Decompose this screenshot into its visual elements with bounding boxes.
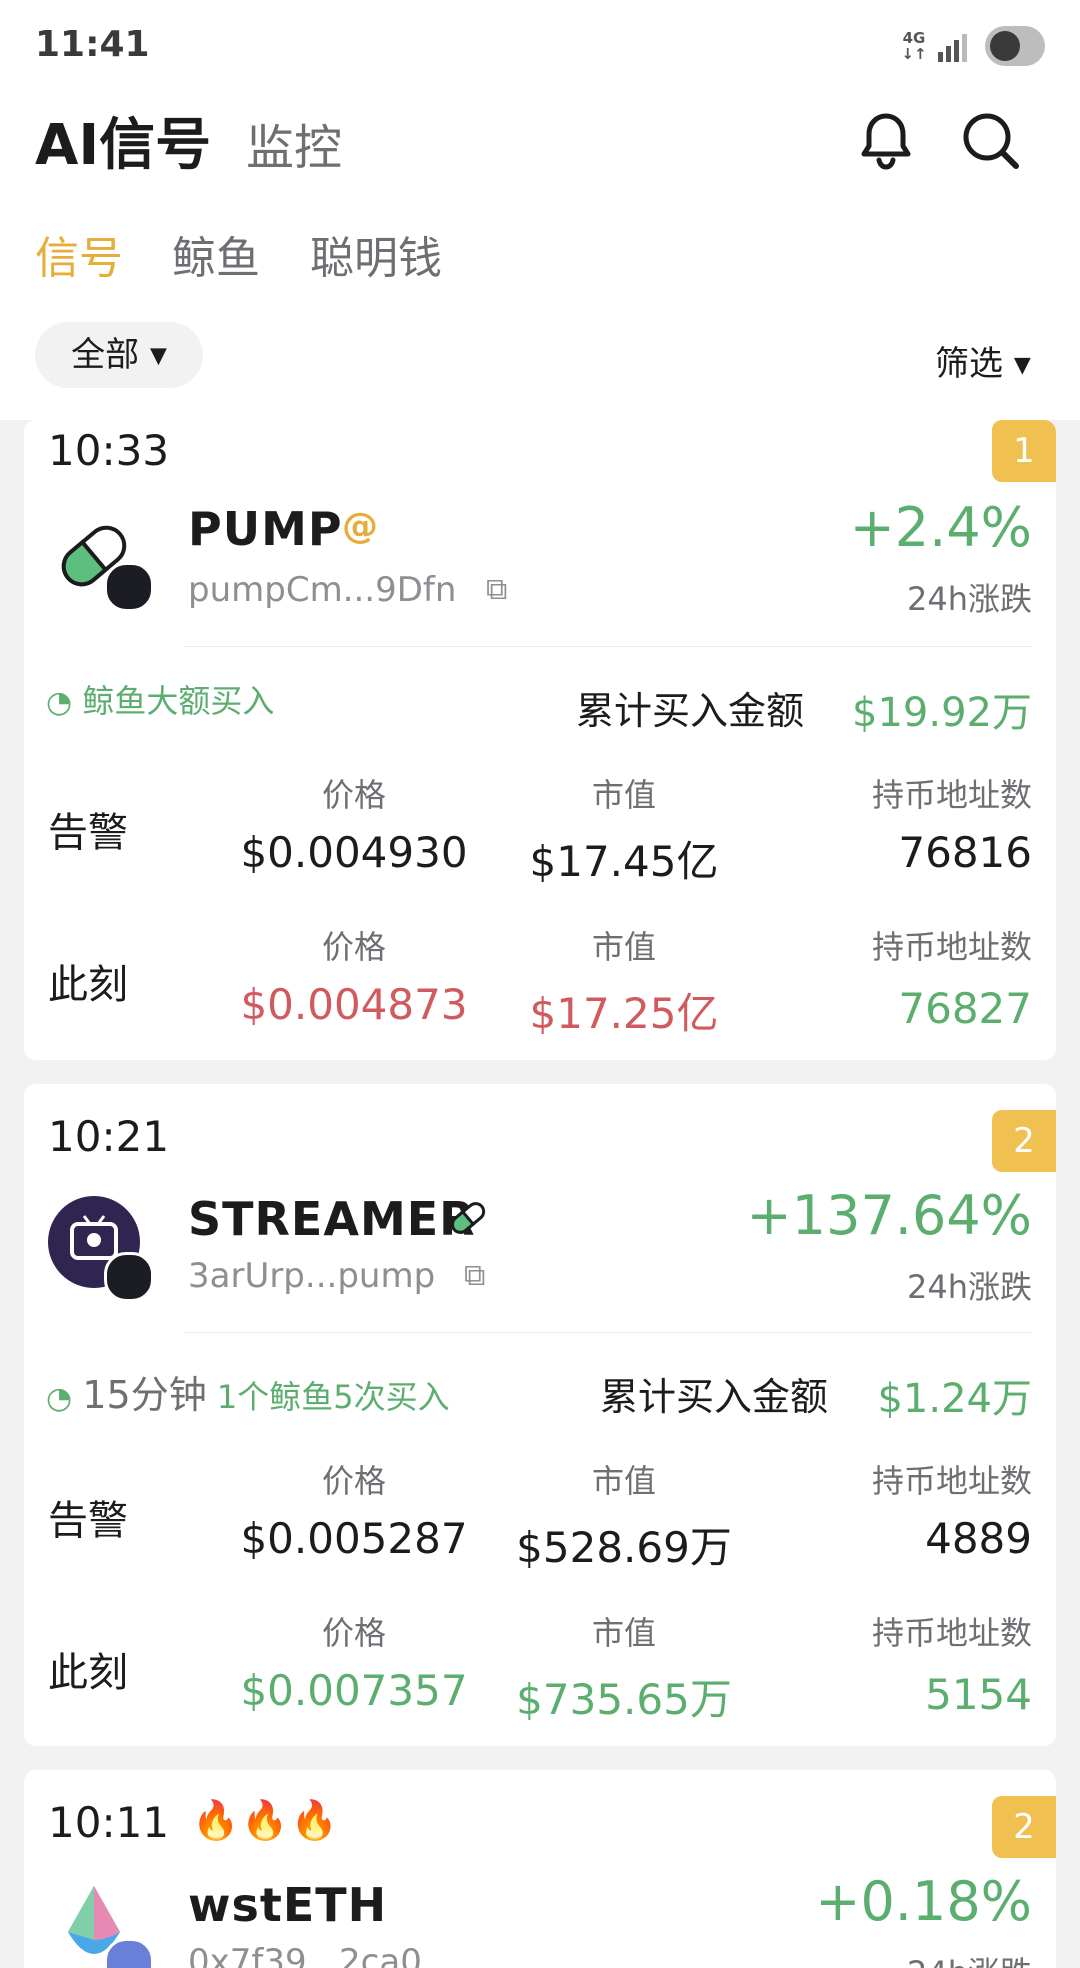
now-row-label: 此刻 (48, 962, 128, 1008)
change-label: 24h涨跌 (907, 1948, 1032, 1968)
signal-card[interactable]: 1 10:33 PUMP @ pumpCm...9Dfn ⧉ +2.4% 24h… (24, 420, 1056, 1060)
ethereum-chain-icon (104, 1938, 154, 1968)
alert-holders: 4889 (925, 1514, 1032, 1563)
whale-activity: ◔ 15分钟 1个鲸鱼5次买入 (46, 1364, 450, 1419)
now-holders: 76827 (898, 984, 1032, 1033)
now-row-label: 此刻 (48, 1650, 128, 1696)
col-holders-header: 持币地址数 (871, 928, 1032, 966)
price-change: +0.18% (815, 1870, 1032, 1933)
whale-activity: ◔ 鲸鱼大额买入 (46, 676, 274, 722)
caret-down-icon: ▼ (149, 343, 167, 369)
price-change: +137.64% (746, 1184, 1032, 1247)
token-address: 3arUrp...pump (188, 1256, 436, 1296)
divider (184, 1332, 1032, 1333)
filter-label: 筛选 (935, 344, 1003, 384)
signal-card[interactable]: 2 10:21 STREAMER 3arUrp...pump ⧉ +137.64… (24, 1084, 1056, 1746)
tab-whales[interactable]: 鲸鱼 (172, 222, 260, 286)
whale-icon: ◔ (46, 685, 73, 720)
col-mcap-header: 市值 (591, 1614, 656, 1652)
battery-toggle-icon (985, 26, 1045, 66)
rank-badge: 2 (992, 1796, 1056, 1858)
col-mcap-header: 市值 (591, 928, 656, 966)
signal-time: 10:11 (48, 1798, 170, 1847)
scope-label: 全部 (71, 335, 140, 375)
signal-time: 10:21 (48, 1112, 170, 1161)
cumulative-label: 累计买入金额 (576, 689, 805, 733)
whale-text: 鲸鱼大额买入 (82, 682, 275, 720)
solana-chain-icon (104, 1252, 154, 1302)
alert-price: $0.004930 (240, 828, 468, 877)
alert-row-label: 告警 (48, 1498, 128, 1544)
whale-text: 1个鲸鱼5次买入 (216, 1378, 450, 1416)
status-time: 11:41 (35, 24, 150, 65)
now-mcap: $17.25亿 (529, 989, 719, 1038)
network-label: 4G (902, 29, 926, 47)
now-price: $0.007357 (240, 1666, 468, 1715)
caret-down-icon: ▼ (1013, 353, 1031, 378)
search-icon[interactable] (958, 108, 1022, 172)
whale-time: 15分钟 (82, 1373, 207, 1417)
page-title: AI信号 (35, 113, 212, 178)
now-price: $0.004873 (240, 980, 468, 1029)
solana-chain-icon (104, 562, 154, 612)
divider (184, 646, 1032, 647)
token-symbol: wstETH (188, 1878, 388, 1932)
alert-mcap: $528.69万 (516, 1523, 732, 1572)
copy-icon[interactable]: ⧉ (464, 1258, 485, 1293)
signal-icon (938, 34, 967, 62)
pill-icon (450, 1202, 486, 1234)
whale-icon: ◔ (46, 1381, 73, 1416)
alert-holders: 76816 (898, 828, 1032, 877)
signal-card[interactable]: 2 10:11 🔥🔥🔥 wstETH 0x7f39...2ca0 +0.18% … (24, 1770, 1056, 1968)
col-mcap-header: 市值 (591, 776, 656, 814)
col-mcap-header: 市值 (591, 1462, 656, 1500)
monitor-tab[interactable]: 监控 (246, 108, 342, 178)
signal-time: 10:33 (48, 426, 170, 475)
alert-price: $0.005287 (240, 1514, 468, 1563)
tab-signals[interactable]: 信号 (35, 222, 123, 286)
at-mention-icon: @ (342, 506, 378, 547)
col-price-header: 价格 (321, 928, 386, 966)
col-holders-header: 持币地址数 (871, 776, 1032, 814)
change-label: 24h涨跌 (906, 580, 1032, 618)
col-price-header: 价格 (321, 1614, 386, 1652)
token-address: pumpCm...9Dfn (188, 570, 457, 610)
cumulative-value: $1.24万 (877, 1376, 1032, 1422)
token-symbol: STREAMER (188, 1192, 476, 1246)
fire-icons: 🔥🔥🔥 (192, 1798, 340, 1842)
now-mcap: $735.65万 (516, 1675, 732, 1724)
cumulative-value: $19.92万 (852, 690, 1032, 736)
col-holders-header: 持币地址数 (871, 1614, 1032, 1652)
col-price-header: 价格 (321, 1462, 386, 1500)
rank-badge: 1 (992, 420, 1056, 482)
scope-dropdown[interactable]: 全部 ▼ (35, 322, 203, 388)
now-holders: 5154 (925, 1670, 1032, 1719)
alert-mcap: $17.45亿 (529, 837, 719, 886)
bell-icon[interactable] (854, 108, 918, 172)
change-label: 24h涨跌 (906, 1268, 1032, 1306)
token-symbol: PUMP (188, 502, 343, 556)
alert-row-label: 告警 (48, 810, 128, 856)
tab-smart-money[interactable]: 聪明钱 (310, 222, 442, 286)
price-change: +2.4% (849, 496, 1032, 559)
copy-icon[interactable]: ⧉ (486, 572, 507, 607)
cumulative-label: 累计买入金额 (600, 1375, 829, 1419)
network-indicator: 4G ↓↑ (901, 29, 927, 63)
col-price-header: 价格 (321, 776, 386, 814)
rank-badge: 2 (992, 1110, 1056, 1172)
col-holders-header: 持币地址数 (871, 1462, 1032, 1500)
filter-dropdown[interactable]: 筛选 ▼ (935, 336, 1031, 385)
token-address: 0x7f39...2ca0 (188, 1942, 422, 1968)
